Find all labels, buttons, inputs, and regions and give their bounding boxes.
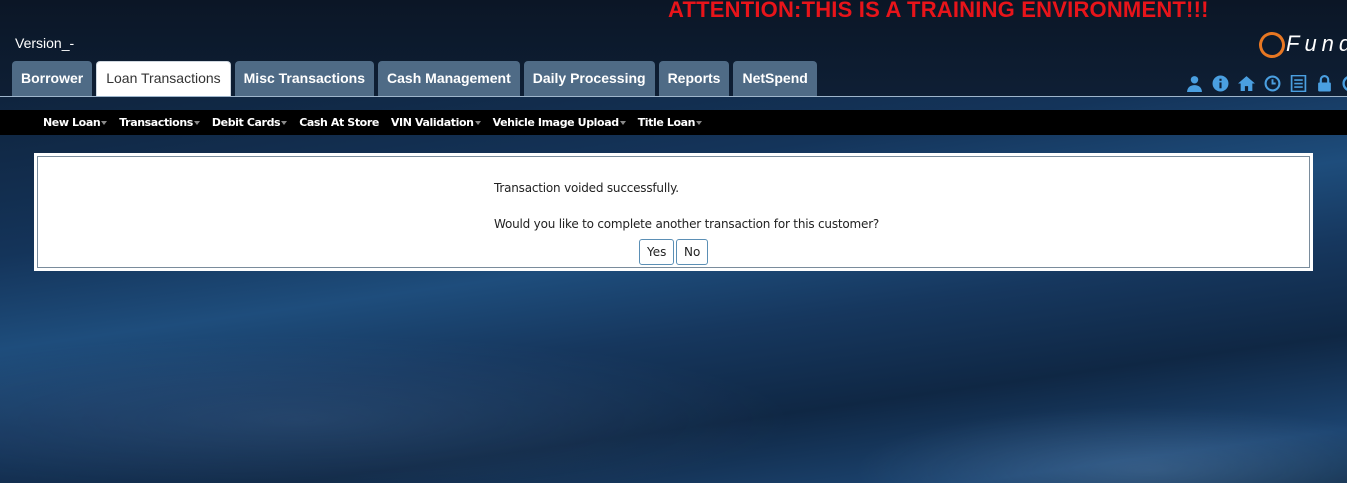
clock-icon[interactable] (1264, 75, 1281, 92)
dropdown-caret-icon (619, 121, 626, 125)
subnav-vin-validation[interactable]: VIN Validation (391, 110, 481, 135)
company-logo: Fund (1256, 28, 1347, 72)
no-button[interactable]: No (676, 239, 709, 265)
subnav-vehicle-image-upload[interactable]: Vehicle Image Upload (493, 110, 626, 135)
home-icon[interactable] (1238, 75, 1255, 92)
user-icon[interactable] (1186, 75, 1203, 92)
panel-border: Transaction voided successfully. Would y… (37, 156, 1310, 268)
yes-button[interactable]: Yes (639, 239, 675, 265)
dropdown-caret-icon (101, 121, 108, 125)
dropdown-caret-icon (474, 121, 481, 125)
tab-divider (0, 96, 1347, 97)
subnav-debit-cards[interactable]: Debit Cards (212, 110, 288, 135)
main-tabs: Borrower Loan Transactions Misc Transact… (12, 61, 821, 96)
settings-icon[interactable] (1342, 75, 1347, 92)
void-confirmation-panel: Transaction voided successfully. Would y… (34, 153, 1313, 271)
version-label: Version_- (15, 35, 75, 51)
dropdown-caret-icon (193, 121, 200, 125)
subnav-cash-at-store[interactable]: Cash At Store (299, 110, 379, 135)
logo-ring-icon (1256, 28, 1290, 63)
tab-loan-transactions[interactable]: Loan Transactions (96, 61, 231, 96)
toolbar-icons (1186, 75, 1347, 92)
tab-netspend[interactable]: NetSpend (733, 61, 817, 96)
subnav-new-loan[interactable]: New Loan (43, 110, 108, 135)
dropdown-caret-icon (696, 121, 703, 125)
tab-borrower[interactable]: Borrower (12, 61, 93, 96)
another-transaction-question: Would you like to complete another trans… (494, 217, 880, 231)
tab-misc-transactions[interactable]: Misc Transactions (234, 61, 375, 96)
subnav-title-loan[interactable]: Title Loan (638, 110, 703, 135)
tab-daily-processing[interactable]: Daily Processing (523, 61, 655, 96)
training-environment-banner: ATTENTION:THIS IS A TRAINING ENVIRONMENT… (668, 0, 1209, 22)
tab-reports[interactable]: Reports (658, 61, 730, 96)
subnav-transactions[interactable]: Transactions (119, 110, 200, 135)
list-icon[interactable] (1290, 75, 1307, 92)
logo-wordmark: Fund (1286, 31, 1347, 56)
tab-cash-management[interactable]: Cash Management (378, 61, 520, 96)
lock-icon[interactable] (1316, 75, 1333, 92)
dropdown-caret-icon (281, 121, 288, 125)
success-message: Transaction voided successfully. (494, 181, 679, 195)
info-icon[interactable] (1212, 75, 1229, 92)
sub-navigation: New Loan Transactions Debit Cards Cash A… (0, 110, 1347, 135)
